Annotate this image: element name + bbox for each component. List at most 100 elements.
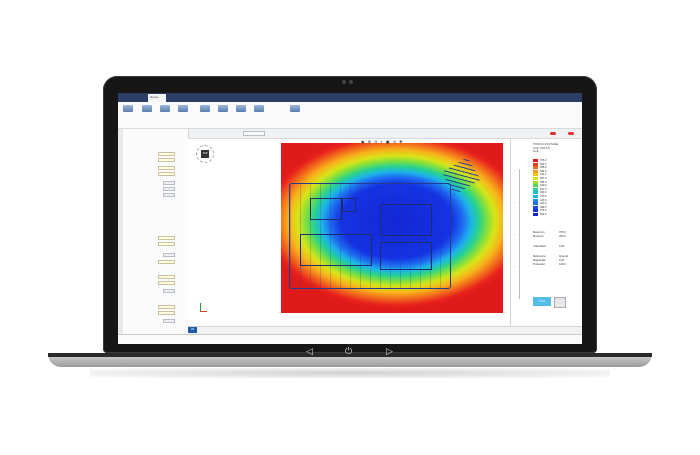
tool-icon [290, 105, 300, 112]
room-outline [310, 198, 342, 220]
legend-value: 705.0 [540, 159, 547, 162]
panel-button[interactable] [163, 253, 175, 257]
property-input[interactable] [158, 311, 175, 315]
laptop-shadow [90, 368, 610, 378]
ribbon-tab-bar: Home [118, 93, 582, 102]
toggle-switch[interactable] [550, 132, 556, 135]
legend-swatch [533, 198, 538, 202]
room-outline [342, 198, 356, 212]
tab-2[interactable] [166, 94, 184, 102]
room-outline [380, 204, 432, 236]
room-outline [380, 242, 432, 270]
legend-swatch [533, 162, 538, 166]
property-input[interactable] [158, 152, 175, 156]
property-input[interactable] [158, 260, 175, 264]
panel-button[interactable] [163, 193, 175, 197]
stat-value: 0.00 [559, 245, 565, 248]
toggle-switch[interactable] [568, 132, 574, 135]
stat-value: 352.0 [559, 235, 566, 238]
room-outline [300, 234, 372, 266]
scale-ruler: – – – – [514, 169, 526, 299]
ribbon-button-9[interactable] [288, 105, 302, 125]
panel-button[interactable] [163, 289, 175, 293]
tool-icon [200, 105, 210, 112]
tool-icon [178, 105, 188, 112]
ribbon-button-4[interactable] [176, 105, 190, 125]
legend-swatch [533, 166, 538, 170]
building-outline [289, 183, 451, 289]
legend-swatch [533, 195, 538, 198]
property-input[interactable] [158, 158, 175, 162]
legend-value: 493.0 [540, 191, 547, 195]
ribbon-button-3[interactable] [158, 105, 172, 125]
zoom-select[interactable] [243, 131, 265, 136]
panel-button[interactable] [163, 187, 175, 191]
panel-button[interactable] [163, 319, 175, 323]
stat-label: Magnitude [533, 259, 546, 262]
axis-triad-icon [198, 303, 208, 313]
tab-3[interactable] [184, 94, 202, 102]
tool-icon [236, 105, 246, 112]
legend-swatch [533, 173, 538, 177]
stat-label: Reference [533, 255, 546, 258]
back-icon: ◁ [306, 346, 313, 356]
stat-value: 705.0 [559, 231, 566, 234]
legend-swatch [533, 191, 538, 195]
legend-panel: – – – – TOUCH VOLTAGE Unit: VOLTS Unit 7… [510, 139, 582, 326]
legend-value: 352.0 [540, 213, 547, 216]
ribbon-button-5[interactable] [198, 105, 212, 125]
panel-button[interactable] [163, 181, 175, 185]
legend-value: 376.0 [540, 209, 547, 213]
ribbon-button-2[interactable] [140, 105, 154, 125]
stat-label: Calculated [533, 245, 546, 248]
property-input[interactable] [158, 275, 175, 279]
property-input[interactable] [158, 236, 175, 240]
navigation-cube[interactable]: TOP [196, 145, 214, 163]
tab-4[interactable] [202, 94, 220, 102]
property-input[interactable] [158, 166, 175, 170]
status-badge: CS [188, 327, 197, 333]
legend-swatch [533, 180, 538, 184]
property-input[interactable] [158, 305, 175, 309]
stat-value: 0.00 [559, 259, 565, 262]
ribbon-button-1[interactable] [121, 105, 135, 125]
ribbon-button-7[interactable] [234, 105, 248, 125]
legend-title: TOUCH VOLTAGE Unit: VOLTS Unit [533, 142, 559, 154]
forward-icon: ▷ [386, 346, 393, 356]
laptop-screen: Home TOP ◉ ⊕ ⊖ ⌕ ▣ ⊙ ✥ – – – – TOUCH VOL… [118, 93, 582, 344]
tool-icon [254, 105, 264, 112]
property-input[interactable] [158, 172, 175, 176]
legend-swatch [533, 159, 538, 162]
touch-voltage-heatmap[interactable] [281, 143, 503, 313]
property-input[interactable] [158, 242, 175, 246]
legend-value: 611.0 [540, 173, 547, 177]
legend-value: 470.0 [540, 195, 547, 198]
ribbon [118, 102, 582, 129]
legend-swatch [533, 202, 538, 206]
tool-icon [123, 105, 133, 112]
legend-value: 587.0 [540, 177, 547, 180]
globe-icon[interactable] [554, 297, 566, 308]
ribbon-button-8[interactable] [252, 105, 266, 125]
legend-entry: 352.0 [533, 213, 573, 216]
laptop-buttons: ◁ ⏻ ▷ [290, 346, 410, 362]
legend-value-button[interactable]: 0.24 [533, 297, 551, 306]
stat-label: Protected [533, 263, 545, 266]
power-icon: ⏻ [345, 346, 353, 356]
stat-label: Minimum [533, 235, 544, 238]
legend-value: 423.0 [540, 202, 547, 206]
tool-icon [142, 105, 152, 112]
legend-swatch [533, 177, 538, 180]
legend-swatch [533, 187, 538, 191]
view-controls[interactable]: ◉ ⊕ ⊖ ⌕ ▣ ⊙ ✥ [361, 139, 421, 145]
tool-icon [160, 105, 170, 112]
tab-home[interactable]: Home [148, 94, 166, 102]
webcam [342, 80, 356, 84]
stat-value: 120.0 [559, 263, 566, 266]
tab-file[interactable] [132, 94, 148, 102]
ribbon-button-6[interactable] [216, 105, 230, 125]
legend-swatch [533, 209, 538, 213]
3d-viewport[interactable]: TOP ◉ ⊕ ⊖ ⌕ ▣ ⊙ ✥ [188, 139, 510, 326]
property-input[interactable] [158, 281, 175, 285]
side-tab-strip [118, 129, 123, 334]
